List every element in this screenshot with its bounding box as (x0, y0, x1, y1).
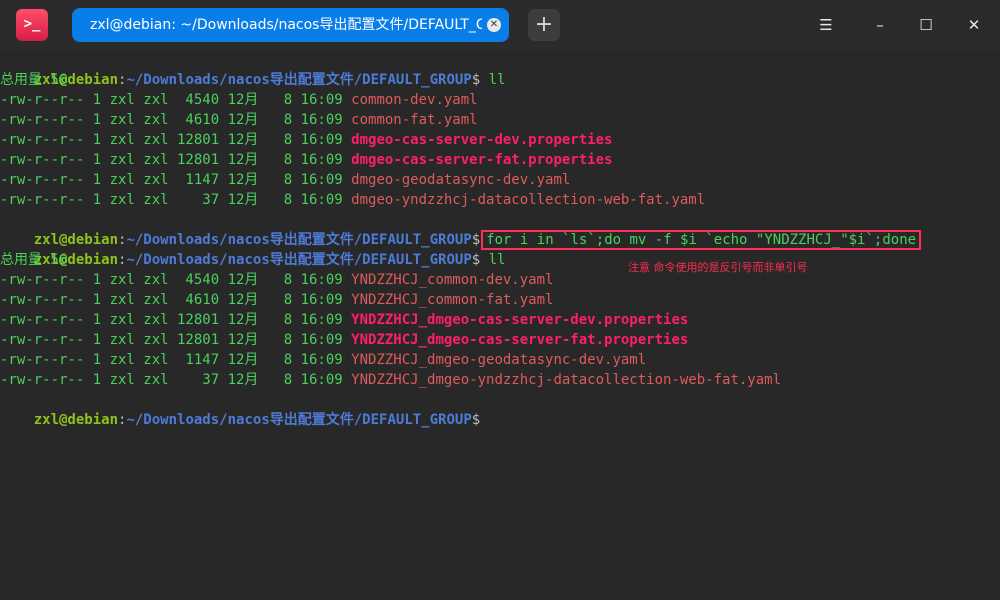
terminal-app-icon[interactable]: >_ (16, 9, 48, 41)
listing-row: -rw-r--r-- 1 zxl zxl 1147 12月 8 16:09 dm… (0, 170, 570, 190)
file-meta: -rw-r--r-- 1 zxl zxl 1147 12月 8 16:09 (0, 352, 352, 368)
prompt-dollar: $ (471, 72, 481, 88)
title-bar: >_ zxl@debian: ~/Downloads/nacos导出配置文件/D… (0, 0, 1000, 50)
total-line: 总用量 56 (0, 252, 68, 268)
prompt-path: ~/Downloads/nacos导出配置文件/DEFAULT_GROUP (126, 72, 472, 88)
listing-row: -rw-r--r-- 1 zxl zxl 4540 12月 8 16:09 YN… (0, 270, 553, 290)
annotation-note: 注意 命令使用的是反引号而非单引号 (628, 261, 808, 274)
file-name: YNDZZHCJ_common-fat.yaml (351, 292, 554, 308)
tab-title: zxl@debian: ~/Downloads/nacos导出配置文件/DEFA… (90, 17, 482, 33)
file-name: dmgeo-yndzzhcj-datacollection-web-fat.ya… (351, 192, 706, 208)
listing-row: -rw-r--r-- 1 zxl zxl 12801 12月 8 16:09 d… (0, 150, 612, 170)
file-meta: -rw-r--r-- 1 zxl zxl 12801 12月 8 16:09 (0, 312, 352, 328)
prompt-line: zxl@debian:~/Downloads/nacos导出配置文件/DEFAU… (0, 390, 480, 428)
listing-row: -rw-r--r-- 1 zxl zxl 4610 12月 8 16:09 co… (0, 110, 478, 130)
file-name: dmgeo-geodatasync-dev.yaml (351, 172, 571, 188)
file-name: YNDZZHCJ_common-dev.yaml (351, 272, 554, 288)
file-meta: -rw-r--r-- 1 zxl zxl 4540 12月 8 16:09 (0, 272, 352, 288)
prompt-dollar: $ (471, 412, 481, 428)
file-meta: -rw-r--r-- 1 zxl zxl 1147 12月 8 16:09 (0, 172, 352, 188)
listing-row: -rw-r--r-- 1 zxl zxl 1147 12月 8 16:09 YN… (0, 350, 646, 370)
file-name: YNDZZHCJ_dmgeo-yndzzhcj-datacollection-w… (351, 372, 782, 388)
prompt-line: zxl@debian:~/Downloads/nacos导出配置文件/DEFAU… (0, 230, 506, 268)
listing-row: -rw-r--r-- 1 zxl zxl 37 12月 8 16:09 YNDZ… (0, 370, 781, 390)
file-meta: -rw-r--r-- 1 zxl zxl 12801 12月 8 16:09 (0, 132, 352, 148)
file-name: YNDZZHCJ_dmgeo-cas-server-dev.properties (351, 312, 689, 328)
tab-terminal-session[interactable]: zxl@debian: ~/Downloads/nacos导出配置文件/DEFA… (72, 8, 509, 42)
listing-row: -rw-r--r-- 1 zxl zxl 12801 12月 8 16:09 Y… (0, 310, 688, 330)
file-name: dmgeo-cas-server-dev.properties (351, 132, 613, 148)
file-meta: -rw-r--r-- 1 zxl zxl 4610 12月 8 16:09 (0, 112, 352, 128)
prompt-dollar: $ (471, 252, 481, 268)
file-name: dmgeo-cas-server-fat.properties (351, 152, 613, 168)
file-meta: -rw-r--r-- 1 zxl zxl 12801 12月 8 16:09 (0, 332, 352, 348)
listing-row: -rw-r--r-- 1 zxl zxl 12801 12月 8 16:09 d… (0, 130, 612, 150)
file-meta: -rw-r--r-- 1 zxl zxl 37 12月 8 16:09 (0, 192, 352, 208)
file-name: common-dev.yaml (351, 92, 478, 108)
terminal-output[interactable]: zxl@debian:~/Downloads/nacos导出配置文件/DEFAU… (0, 50, 1000, 600)
file-meta: -rw-r--r-- 1 zxl zxl 4610 12月 8 16:09 (0, 292, 352, 308)
minimize-icon[interactable]: – (868, 13, 892, 37)
tab-close-icon[interactable]: ✕ (487, 18, 501, 32)
file-name: YNDZZHCJ_dmgeo-geodatasync-dev.yaml (351, 352, 647, 368)
command-text: ll (480, 252, 506, 268)
command-text: ll (480, 72, 506, 88)
prompt-path: ~/Downloads/nacos导出配置文件/DEFAULT_GROUP (126, 252, 472, 268)
close-window-icon[interactable]: ✕ (962, 13, 986, 37)
file-meta: -rw-r--r-- 1 zxl zxl 37 12月 8 16:09 (0, 372, 352, 388)
listing-row: -rw-r--r-- 1 zxl zxl 12801 12月 8 16:09 Y… (0, 330, 688, 350)
rename-command-highlighted: for i in `ls`;do mv -f $i `echo "YNDZZHC… (481, 230, 922, 250)
file-meta: -rw-r--r-- 1 zxl zxl 4540 12月 8 16:09 (0, 92, 352, 108)
total-line: 总用量 56 (0, 72, 68, 88)
menu-icon[interactable]: ☰ (814, 13, 838, 37)
file-name: YNDZZHCJ_dmgeo-cas-server-fat.properties (351, 332, 689, 348)
file-meta: -rw-r--r-- 1 zxl zxl 12801 12月 8 16:09 (0, 152, 352, 168)
listing-row: -rw-r--r-- 1 zxl zxl 4540 12月 8 16:09 co… (0, 90, 478, 110)
prompt-line: zxl@debian:~/Downloads/nacos导出配置文件/DEFAU… (0, 50, 506, 88)
prompt-user: zxl@debian (33, 412, 119, 428)
prompt-path: ~/Downloads/nacos导出配置文件/DEFAULT_GROUP (126, 412, 472, 428)
prompt-line: zxl@debian:~/Downloads/nacos导出配置文件/DEFAU… (0, 210, 922, 250)
maximize-icon[interactable]: ☐ (914, 13, 938, 37)
add-tab-button[interactable]: + (528, 9, 560, 41)
listing-row: -rw-r--r-- 1 zxl zxl 37 12月 8 16:09 dmge… (0, 190, 705, 210)
listing-row: -rw-r--r-- 1 zxl zxl 4610 12月 8 16:09 YN… (0, 290, 553, 310)
file-name: common-fat.yaml (351, 112, 478, 128)
